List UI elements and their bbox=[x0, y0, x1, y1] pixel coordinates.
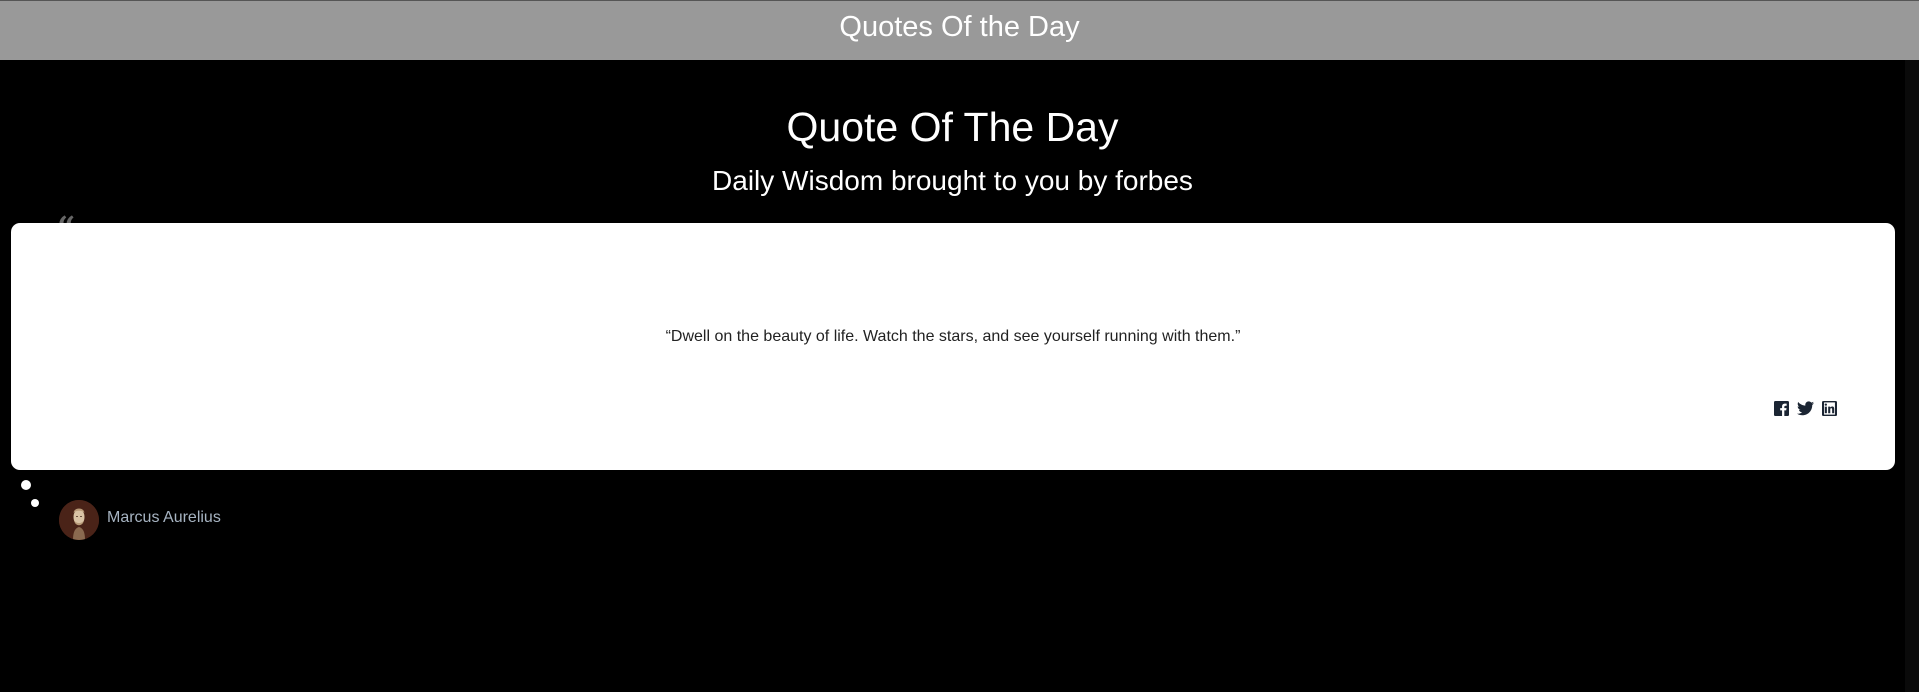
page-heading: Quote Of The Day bbox=[786, 104, 1119, 150]
linkedin-icon[interactable] bbox=[1822, 401, 1837, 416]
app-title: Quotes Of the Day bbox=[839, 11, 1080, 43]
scrollbar[interactable] bbox=[1905, 60, 1919, 692]
quote-card: “Dwell on the beauty of life. Watch the … bbox=[11, 223, 1895, 470]
author-name: Marcus Aurelius bbox=[107, 509, 221, 526]
author-avatar bbox=[59, 500, 99, 540]
share-links bbox=[1774, 401, 1837, 416]
page-subheading: Daily Wisdom brought to you by forbes bbox=[712, 165, 1193, 196]
bubble-dot-small bbox=[31, 499, 39, 507]
bubble-dot-large bbox=[21, 480, 31, 490]
facebook-icon[interactable] bbox=[1774, 401, 1789, 416]
header-bar: Quotes Of the Day bbox=[0, 0, 1919, 60]
quote-text: “Dwell on the beauty of life. Watch the … bbox=[665, 328, 1241, 345]
twitter-icon[interactable] bbox=[1797, 401, 1814, 416]
